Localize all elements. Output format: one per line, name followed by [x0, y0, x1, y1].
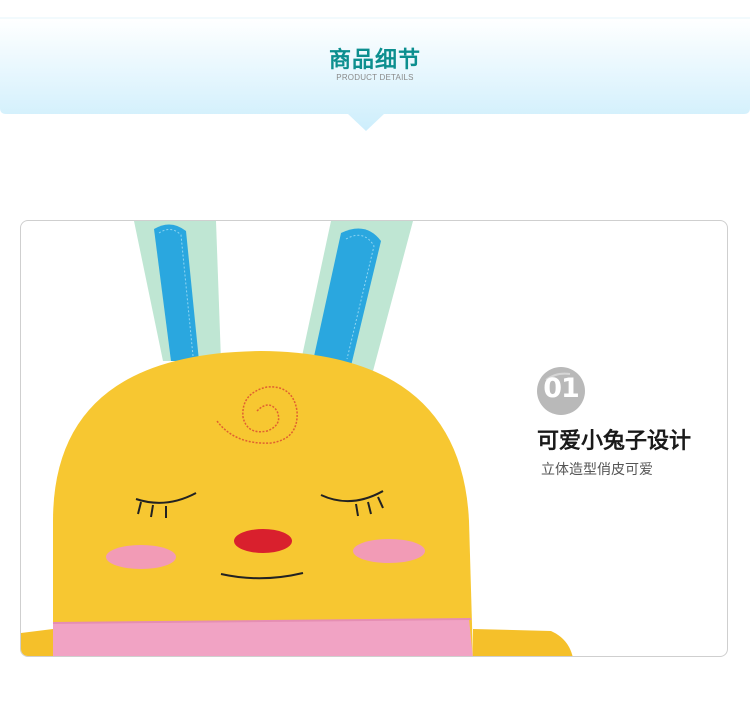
right-ear — [301, 221, 413, 371]
left-cheek — [106, 545, 176, 569]
right-cheek — [353, 539, 425, 563]
pillow-body — [53, 351, 473, 656]
section-subtitle: PRODUCT DETAILS — [336, 73, 414, 82]
feature-title: 可爱小兔子设计 — [537, 429, 692, 454]
section-title: 商品细节 — [328, 48, 421, 73]
pink-band — [53, 619, 473, 656]
nose — [234, 529, 292, 553]
left-ear — [134, 221, 221, 361]
section-header: 商品细节 PRODUCT DETAILS — [0, 0, 750, 132]
feature-description: 立体造型俏皮可爱 — [541, 462, 653, 478]
feature-number: 01 — [543, 373, 580, 404]
